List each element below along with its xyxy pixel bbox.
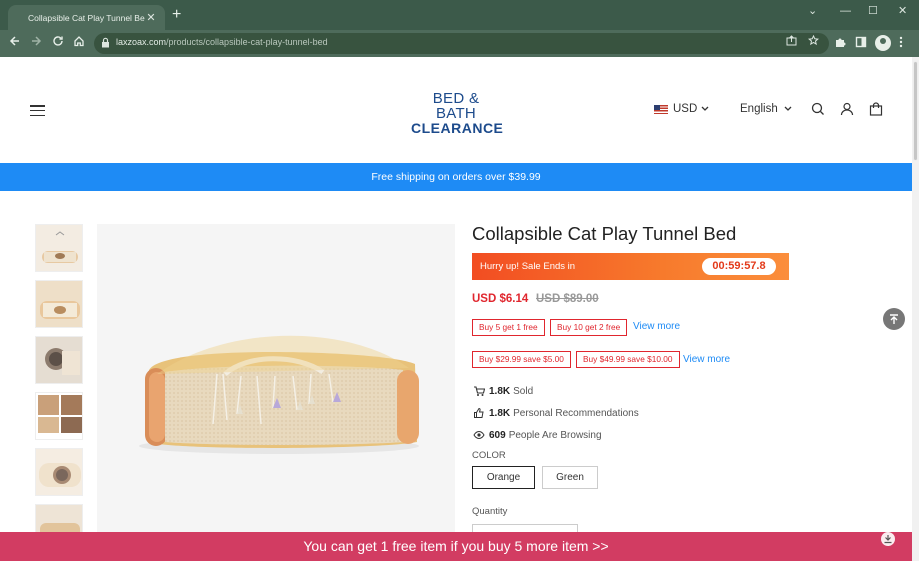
browser-tab-bar: Collapsible Cat Play Tunnel Bed ✕ + ⌄ — … [0, 0, 919, 30]
shopping-bag-icon[interactable] [869, 102, 883, 116]
cart-icon [474, 386, 485, 396]
star-icon[interactable] [807, 34, 820, 52]
reload-icon[interactable] [49, 34, 67, 52]
original-price: USD $89.00 [536, 293, 599, 305]
share-icon[interactable] [786, 35, 797, 52]
thumbnail-3[interactable] [35, 336, 83, 384]
tab-title: Collapsible Cat Play Tunnel Bed [28, 12, 145, 23]
thumbnail-1[interactable] [35, 224, 83, 272]
sold-stat: 1.8K Sold [473, 385, 533, 397]
sidepanel-icon[interactable] [855, 36, 867, 53]
sale-price: USD $6.14 [472, 293, 529, 305]
profile-icon[interactable] [875, 35, 891, 51]
puzzle-icon[interactable] [834, 36, 846, 53]
browsing-count: 609 [489, 429, 506, 441]
product-title: Collapsible Cat Play Tunnel Bed [472, 223, 737, 244]
thumbnail-4[interactable] [35, 392, 83, 440]
color-option-green[interactable]: Green [542, 466, 598, 489]
color-label: COLOR [472, 450, 506, 461]
kebab-menu-icon[interactable] [899, 36, 903, 53]
color-option-orange[interactable]: Orange [472, 466, 535, 489]
maximize-icon[interactable]: ☐ [868, 2, 878, 20]
recommendation-stat: 1.8K Personal Recommendations [473, 407, 639, 419]
browsing-stat: 609 People Are Browsing [473, 429, 602, 441]
user-icon[interactable] [840, 102, 854, 116]
language-selector[interactable]: English [740, 103, 792, 115]
chevron-down-icon [701, 106, 709, 111]
new-tab-button[interactable]: + [172, 6, 181, 24]
back-arrow-icon[interactable] [6, 34, 24, 52]
currency-label: USD [673, 103, 698, 115]
recommend-label: Personal Recommendations [513, 407, 639, 419]
chevron-down-icon [784, 106, 792, 111]
free-item-banner[interactable]: You can get 1 free item if you buy 5 mor… [0, 532, 912, 561]
us-flag-icon [654, 104, 668, 114]
home-icon[interactable] [70, 34, 88, 52]
address-bar[interactable]: laxzoax.com/products/collapsible-cat-pla… [94, 33, 829, 54]
currency-selector[interactable]: USD [654, 103, 709, 115]
store-logo[interactable]: BED & BATH CLEARANCE [411, 90, 504, 136]
promo-tag-spend-49[interactable]: Buy $49.99 save $10.00 [576, 351, 680, 368]
countdown-timer: 00:59:57.8 [702, 258, 776, 275]
recommend-count: 1.8K [489, 407, 511, 419]
sale-countdown-banner: Hurry up! Sale Ends in 00:59:57.8 [472, 253, 789, 280]
sold-label: Sold [513, 385, 534, 397]
web-page: BED & BATH CLEARANCE USD English Free sh… [0, 57, 912, 561]
close-tab-icon[interactable]: ✕ [145, 11, 157, 24]
thumbnail-2[interactable] [35, 280, 83, 328]
chat-icon[interactable] [880, 531, 896, 547]
tab-search-icon[interactable]: ⌄ [808, 2, 817, 20]
view-more-link-quantity[interactable]: View more [633, 321, 680, 332]
back-to-top-button[interactable] [883, 308, 905, 330]
url-text: laxzoax.com/products/collapsible-cat-pla… [116, 37, 328, 47]
scrollbar-thumb[interactable] [913, 61, 918, 161]
view-more-link-spend[interactable]: View more [683, 354, 730, 365]
thumbnail-5[interactable] [35, 448, 83, 496]
quantity-label: Quantity [472, 506, 508, 517]
arrow-up-icon [890, 314, 898, 324]
logo-line-2: CLEARANCE [411, 120, 504, 136]
close-window-icon[interactable]: ✕ [898, 2, 907, 20]
hamburger-menu-icon[interactable] [30, 105, 45, 117]
product-thumbnails [35, 224, 83, 560]
minimize-icon[interactable]: — [840, 2, 851, 20]
promo-tag-buy5[interactable]: Buy 5 get 1 free [472, 319, 545, 336]
search-icon[interactable] [811, 102, 825, 116]
thumbs-up-icon [474, 407, 484, 418]
forward-arrow-icon[interactable] [27, 34, 45, 52]
promo-tag-spend-29[interactable]: Buy $29.99 save $5.00 [472, 351, 571, 368]
language-label: English [740, 103, 778, 115]
main-product-image[interactable] [97, 224, 455, 544]
promo-tag-buy10[interactable]: Buy 10 get 2 free [550, 319, 628, 336]
sold-count: 1.8K [489, 385, 511, 397]
browser-tab[interactable]: Collapsible Cat Play Tunnel Bed ✕ [8, 5, 165, 30]
sale-label: Hurry up! Sale Ends in [480, 261, 576, 272]
lock-icon [102, 37, 109, 48]
url-domain: laxzoax.com [116, 37, 167, 47]
eye-icon [473, 430, 485, 440]
browser-toolbar: laxzoax.com/products/collapsible-cat-pla… [0, 30, 919, 57]
url-path: /products/collapsible-cat-play-tunnel-be… [166, 37, 328, 47]
browsing-label: People Are Browsing [508, 429, 602, 441]
page-scrollbar[interactable] [912, 57, 919, 561]
free-shipping-banner: Free shipping on orders over $39.99 [0, 163, 912, 191]
logo-line-1: BED & BATH [432, 90, 480, 122]
